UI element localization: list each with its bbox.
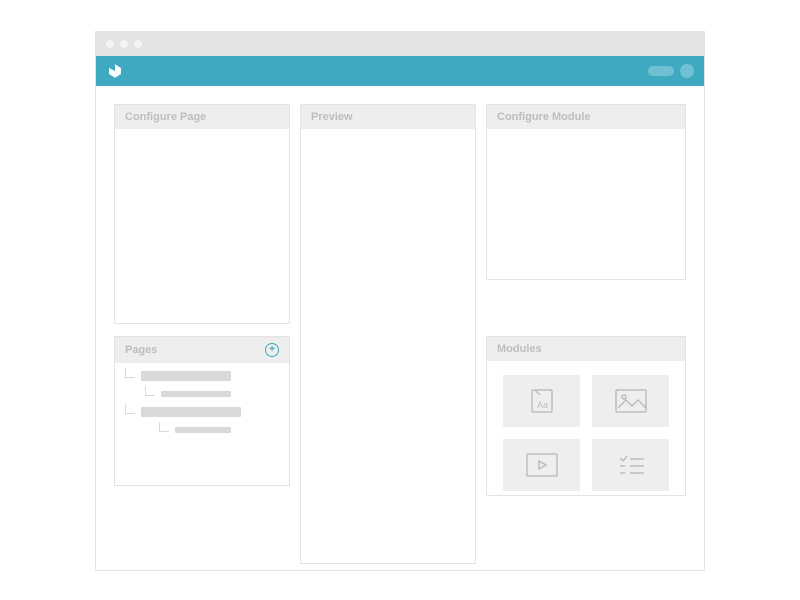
tree-row[interactable] — [125, 371, 279, 381]
tree-row[interactable] — [125, 427, 279, 433]
preview-panel: Preview — [300, 104, 476, 564]
app-header — [96, 56, 704, 86]
image-module-tile[interactable] — [592, 375, 669, 427]
text-icon: Aa — [527, 386, 557, 416]
modules-panel: Modules Aa — [486, 336, 686, 496]
pages-header: Pages + — [115, 337, 289, 363]
configure-page-header: Configure Page — [115, 105, 289, 129]
modules-grid: Aa — [487, 361, 685, 505]
configure-page-title: Configure Page — [125, 111, 206, 123]
configure-page-panel: Configure Page — [114, 104, 290, 324]
window-minimize-icon[interactable] — [120, 40, 128, 48]
main-content: Configure Page Preview Configure Module … — [96, 86, 704, 570]
preview-title: Preview — [311, 111, 353, 123]
pages-title: Pages — [125, 344, 157, 356]
pages-tree — [115, 363, 289, 441]
configure-module-header: Configure Module — [487, 105, 685, 129]
window-close-icon[interactable] — [106, 40, 114, 48]
video-module-tile[interactable] — [503, 439, 580, 491]
app-window: Configure Page Preview Configure Module … — [95, 31, 705, 571]
plus-icon: + — [269, 345, 275, 355]
add-page-button[interactable]: + — [265, 343, 279, 357]
configure-module-panel: Configure Module — [486, 104, 686, 280]
header-status-pill[interactable] — [648, 66, 674, 76]
list-module-tile[interactable] — [592, 439, 669, 491]
text-module-tile[interactable]: Aa — [503, 375, 580, 427]
window-titlebar — [96, 32, 704, 56]
modules-title: Modules — [497, 343, 542, 355]
tree-row[interactable] — [125, 391, 279, 397]
modules-header: Modules — [487, 337, 685, 361]
tree-row[interactable] — [125, 407, 279, 417]
configure-module-title: Configure Module — [497, 111, 591, 123]
checklist-icon — [616, 452, 646, 478]
preview-header: Preview — [301, 105, 475, 129]
app-logo-icon[interactable] — [106, 62, 124, 80]
window-maximize-icon[interactable] — [134, 40, 142, 48]
image-icon — [614, 388, 648, 414]
user-avatar[interactable] — [680, 64, 694, 78]
pages-panel: Pages + — [114, 336, 290, 486]
svg-text:Aa: Aa — [537, 400, 548, 410]
video-icon — [525, 452, 559, 478]
